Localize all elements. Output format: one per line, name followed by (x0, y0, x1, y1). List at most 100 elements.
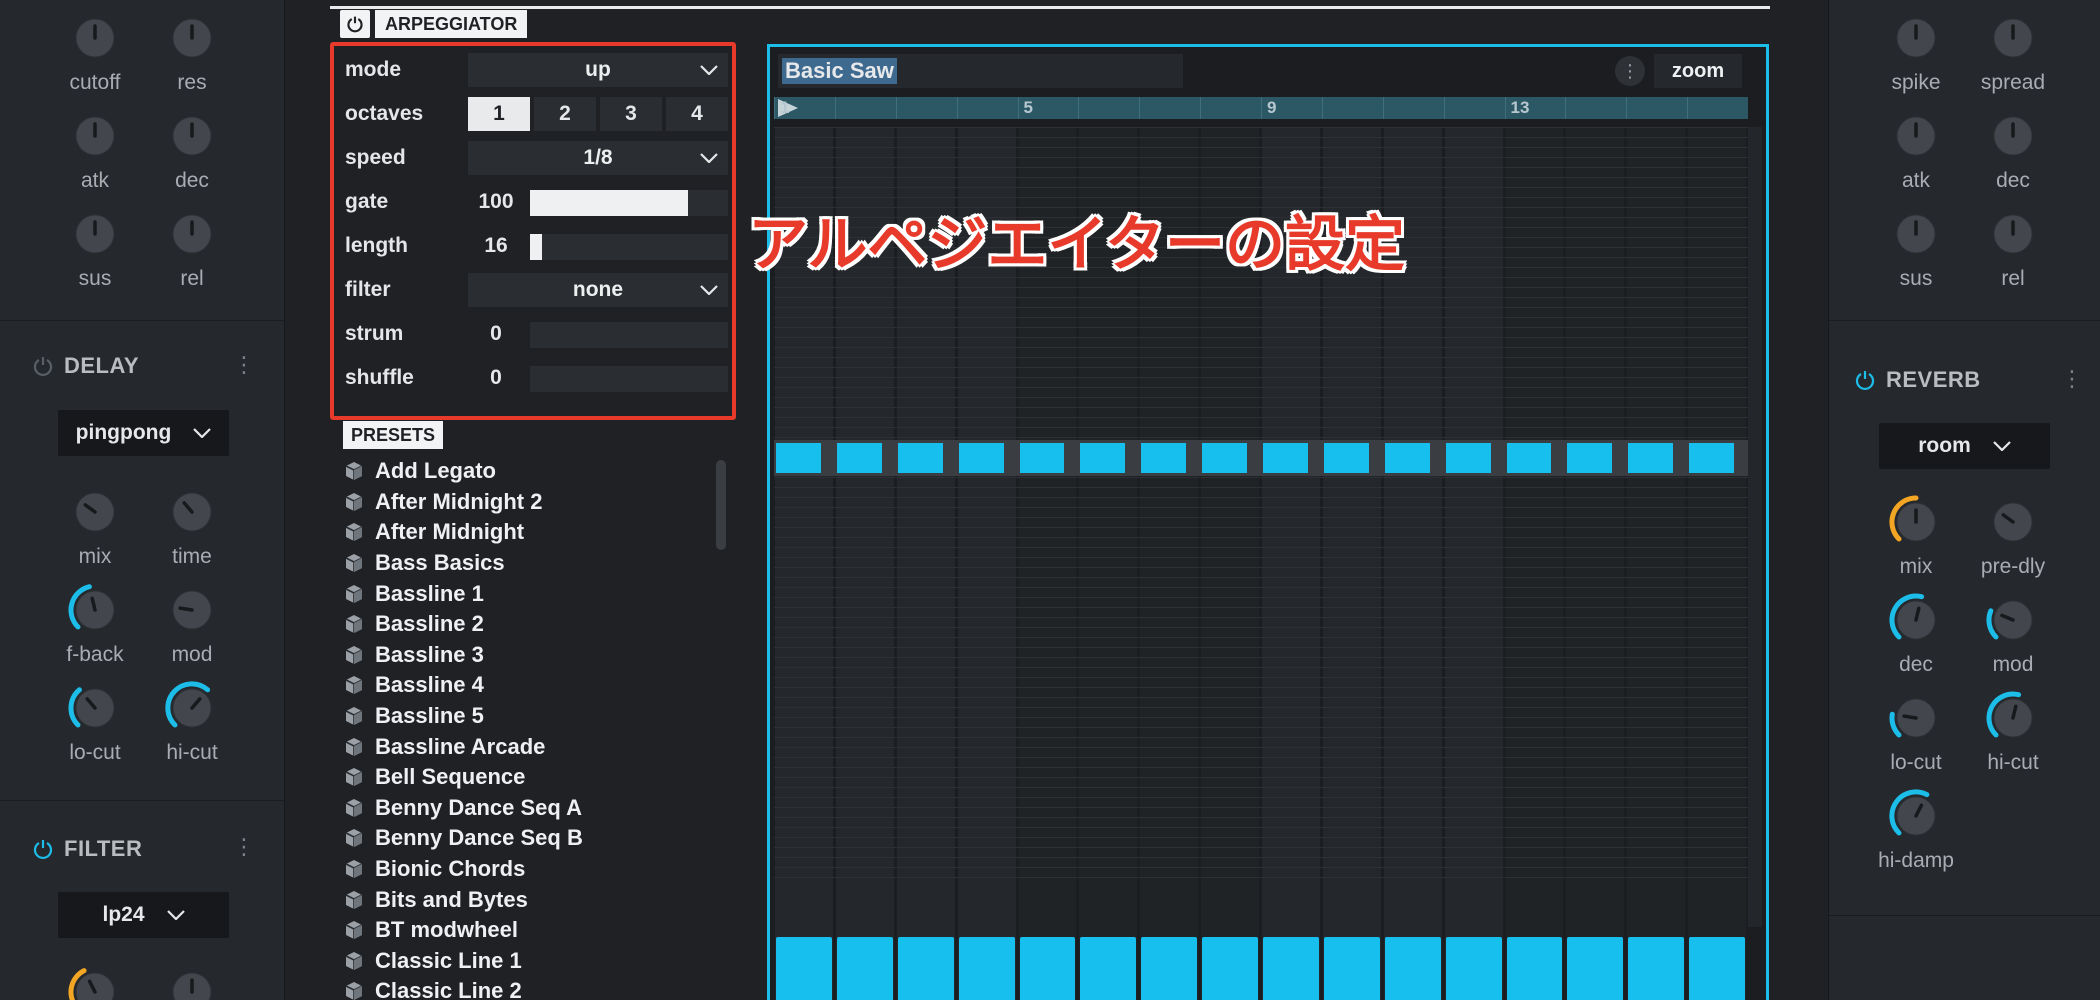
velocity-bar[interactable] (1445, 937, 1502, 1000)
knob-dec[interactable]: dec (1958, 106, 2068, 193)
knob-dial[interactable] (1983, 106, 2043, 166)
knob-spread[interactable]: spread (1958, 8, 2068, 95)
velocity-bar[interactable] (1141, 937, 1198, 1000)
knob-dial[interactable] (1886, 106, 1946, 166)
knob-dial[interactable] (1886, 590, 1946, 650)
knob-dial[interactable] (162, 204, 222, 264)
filter-mode-dropdown[interactable]: lp24 (58, 892, 229, 938)
delay-mode-dropdown[interactable]: pingpong (58, 410, 229, 456)
knob-res[interactable]: res (137, 8, 247, 95)
knob-mod[interactable]: mod (137, 580, 247, 667)
knob-sus[interactable]: sus (40, 204, 150, 291)
note-block[interactable] (1141, 442, 1187, 473)
velocity-bar[interactable] (1263, 937, 1319, 1000)
pattern-name-field[interactable]: Basic Saw (778, 54, 1183, 88)
knob-dial[interactable] (162, 678, 222, 738)
power-icon[interactable] (32, 355, 54, 377)
power-icon[interactable] (1854, 369, 1876, 391)
knob-dial[interactable] (65, 678, 125, 738)
note-block[interactable] (1019, 442, 1065, 473)
note-block[interactable] (1689, 442, 1734, 473)
knob-dec[interactable]: dec (1861, 590, 1971, 677)
knob-dial[interactable] (65, 580, 125, 640)
note-block[interactable] (1445, 442, 1491, 473)
preset-item[interactable]: Classic Line 1 (335, 946, 725, 977)
note-block[interactable] (1323, 442, 1369, 473)
knob-time[interactable]: time (137, 482, 247, 569)
preset-item[interactable]: Classic Line 2 (335, 976, 725, 1000)
knob-mod[interactable]: mod (1958, 590, 2068, 677)
preset-item[interactable]: Bassline 4 (335, 670, 725, 701)
velocity-bar[interactable] (897, 937, 954, 1000)
knob-dial[interactable] (162, 580, 222, 640)
zoom-button[interactable]: zoom (1654, 54, 1742, 88)
knob-dial[interactable] (162, 962, 222, 1000)
preset-item[interactable]: Bassline Arcade (335, 731, 725, 762)
knob-dial[interactable] (65, 962, 125, 1000)
presets-scrollbar[interactable] (716, 460, 726, 550)
step-ruler[interactable]: 1 5 9 13 (774, 97, 1748, 119)
note-block[interactable] (1506, 442, 1552, 473)
grid-scrollbar[interactable] (1748, 127, 1762, 927)
knob-lo-cut[interactable]: lo-cut (40, 678, 150, 765)
knob-dial[interactable] (1886, 688, 1946, 748)
knob-dec[interactable]: dec (137, 106, 247, 193)
knob-dial[interactable] (1983, 590, 2043, 650)
knob-dial[interactable] (1886, 492, 1946, 552)
velocity-bar[interactable] (1384, 937, 1441, 1000)
knob-sus[interactable]: sus (1861, 204, 1971, 291)
velocity-bar[interactable] (1323, 937, 1380, 1000)
filter-knob[interactable] (137, 962, 247, 1000)
knob-dial[interactable] (162, 106, 222, 166)
knob-dial[interactable] (162, 482, 222, 542)
knob-atk[interactable]: atk (40, 106, 150, 193)
knob-hi-cut[interactable]: hi-cut (1958, 688, 2068, 775)
preset-item[interactable]: Bits and Bytes (335, 884, 725, 915)
velocity-bar[interactable] (776, 937, 832, 1000)
note-block[interactable] (1263, 442, 1308, 473)
preset-item[interactable]: After Midnight (335, 517, 725, 548)
note-block[interactable] (836, 442, 882, 473)
note-block[interactable] (776, 442, 821, 473)
knob-spike[interactable]: spike (1861, 8, 1971, 95)
knob-dial[interactable] (65, 8, 125, 68)
knob-lo-cut[interactable]: lo-cut (1861, 688, 1971, 775)
note-block[interactable] (1080, 442, 1126, 473)
note-block[interactable] (1628, 442, 1674, 473)
preset-item[interactable]: Bassline 5 (335, 701, 725, 732)
preset-item[interactable]: Benny Dance Seq A (335, 793, 725, 824)
reverb-menu-icon[interactable]: ⋮ (2061, 366, 2083, 392)
knob-dial[interactable] (1983, 204, 2043, 264)
knob-cutoff[interactable]: cutoff (40, 8, 150, 95)
preset-item[interactable]: Bassline 2 (335, 609, 725, 640)
note-block[interactable] (1567, 442, 1613, 473)
preset-item[interactable]: After Midnight 2 (335, 487, 725, 518)
knob-dial[interactable] (1983, 8, 2043, 68)
knob-dial[interactable] (1886, 786, 1946, 846)
kebab-icon[interactable]: ⋮ (1615, 56, 1645, 86)
velocity-bar[interactable] (1567, 937, 1624, 1000)
velocity-bar[interactable] (1506, 937, 1563, 1000)
velocity-bar[interactable] (1019, 937, 1076, 1000)
power-icon[interactable] (32, 838, 54, 860)
velocity-bar[interactable] (1080, 937, 1137, 1000)
note-block[interactable] (1384, 442, 1430, 473)
preset-item[interactable]: Bassline 3 (335, 640, 725, 671)
knob-dial[interactable] (162, 8, 222, 68)
note-block[interactable] (958, 442, 1004, 473)
knob-dial[interactable] (65, 204, 125, 264)
arpeggiator-power-button[interactable] (340, 10, 370, 38)
preset-item[interactable]: Bassline 1 (335, 578, 725, 609)
knob-f-back[interactable]: f-back (40, 580, 150, 667)
delay-menu-icon[interactable]: ⋮ (233, 352, 255, 378)
preset-item[interactable]: BT modwheel (335, 915, 725, 946)
velocity-bar[interactable] (1628, 937, 1685, 1000)
velocity-bar[interactable] (958, 937, 1015, 1000)
filter-knob[interactable] (40, 962, 150, 1000)
knob-dial[interactable] (65, 482, 125, 542)
note-block[interactable] (1202, 442, 1247, 473)
knob-atk[interactable]: atk (1861, 106, 1971, 193)
knob-dial[interactable] (65, 106, 125, 166)
knob-dial[interactable] (1983, 492, 2043, 552)
preset-item[interactable]: Bionic Chords (335, 854, 725, 885)
